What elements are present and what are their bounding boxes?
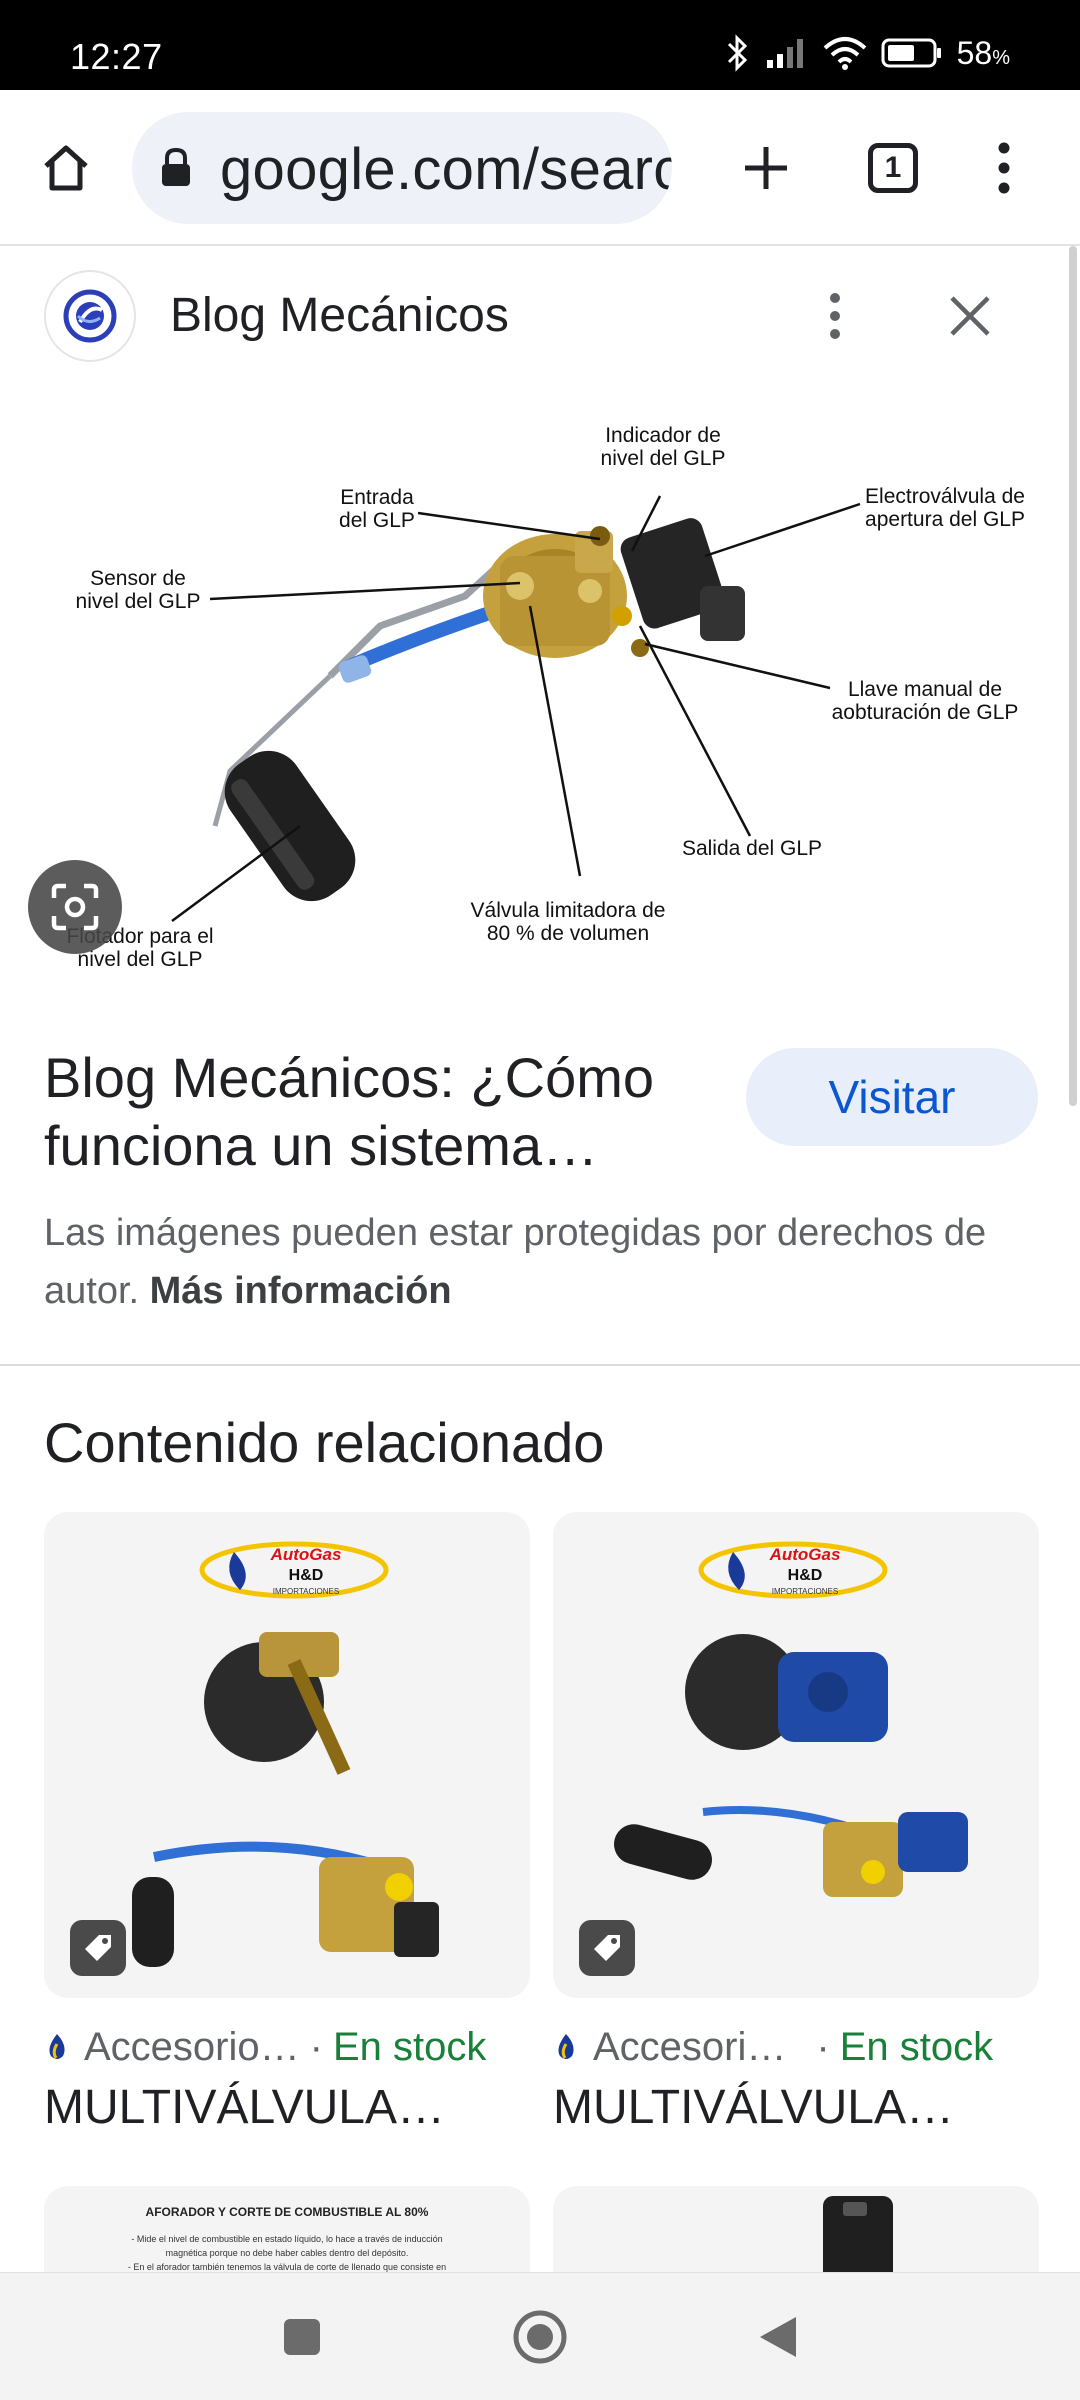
- battery-percent: 58%: [957, 35, 1010, 72]
- back-triangle-icon: [760, 2317, 796, 2357]
- bluetooth-icon: [725, 34, 751, 72]
- url-text: google.com/search: [220, 137, 672, 202]
- divider: [0, 1364, 1080, 1366]
- close-button[interactable]: [930, 276, 1010, 356]
- shopping-tag-badge: [70, 1920, 126, 1976]
- thumb-heading: AFORADOR Y CORTE DE COMBUSTIBLE AL 80%: [146, 2205, 429, 2219]
- home-button[interactable]: [28, 130, 104, 206]
- tag-icon: [594, 1935, 620, 1961]
- label-valvula-1: Válvula limitadora de: [471, 899, 666, 922]
- thumb-line-3: - En el aforador también tenemos la válv…: [128, 2262, 446, 2272]
- product-thumbnail: [823, 2196, 893, 2286]
- separator-dot: ·: [816, 2024, 830, 2069]
- related-card-partial[interactable]: [553, 2186, 1039, 2286]
- label-llave-2: aobturación de GLP: [832, 701, 1019, 724]
- label-llave-1: Llave manual de: [848, 678, 1002, 701]
- more-vert-icon: [998, 142, 1010, 194]
- label-electro-1: Electroválvula de: [865, 485, 1025, 508]
- thumb-line-1: - Mide el nivel de combustible en estado…: [131, 2234, 442, 2244]
- scrollbar[interactable]: [1069, 246, 1077, 1106]
- blog-logo-icon: [63, 289, 117, 343]
- label-sensor-1: Sensor de: [90, 567, 186, 590]
- close-icon: [950, 296, 990, 336]
- wifi-icon: [823, 36, 867, 70]
- browser-menu-button[interactable]: [964, 128, 1044, 208]
- document-thumbnail: AFORADOR Y CORTE DE COMBUSTIBLE AL 80% -…: [128, 2205, 446, 2272]
- more-vert-icon: [830, 293, 840, 339]
- label-salida: Salida del GLP: [682, 837, 822, 860]
- stock-status: En stock: [839, 2024, 994, 2069]
- status-bar: 12:27 58%: [0, 0, 1080, 90]
- logo-text-3: IMPORTACIONES: [273, 1587, 339, 1596]
- store-favicon: [49, 2034, 65, 2059]
- source-favicon: [44, 270, 136, 362]
- related-card-meta: Accesorio… · En stock: [44, 2022, 530, 2072]
- visit-button[interactable]: Visitar: [746, 1048, 1038, 1146]
- label-entrada-1: Entrada: [340, 486, 414, 509]
- separator-dot: ·: [309, 2024, 323, 2069]
- battery-icon: [881, 37, 943, 69]
- stock-status: En stock: [332, 2024, 487, 2069]
- shop-name: Accesori…: [593, 2024, 787, 2069]
- label-flotador-2: nivel del GLP: [78, 948, 203, 971]
- home-nav-button[interactable]: [500, 2297, 580, 2377]
- logo-text-2: H&D: [788, 1567, 823, 1584]
- related-card-meta: Accesori… · En stock: [553, 2022, 1039, 2072]
- result-title[interactable]: Blog Mecánicos: ¿Cómo funciona un sistem…: [44, 1044, 734, 1180]
- tag-icon: [85, 1935, 111, 1961]
- browser-toolbar: google.com/search 1: [0, 90, 1080, 246]
- home-icon: [44, 145, 88, 191]
- logo-text-2: H&D: [289, 1567, 324, 1584]
- source-header: Blog Mecánicos: [0, 246, 1060, 386]
- signal-icon: [765, 36, 809, 70]
- shop-name: Accesorio…: [84, 2024, 300, 2069]
- label-indicador-2: nivel del GLP: [601, 447, 726, 470]
- tab-count: 1: [868, 143, 918, 193]
- thumb-line-2: magnética porque no debe haber cables de…: [166, 2248, 409, 2258]
- shopping-tag-badge: [579, 1920, 635, 1976]
- multivalve-diagram: Indicador de nivel del GLP Entrada del G…: [66, 424, 1025, 971]
- store-favicon: [558, 2034, 574, 2059]
- square-icon: [284, 2319, 320, 2355]
- source-more-button[interactable]: [800, 276, 870, 356]
- lock-icon: [158, 146, 194, 195]
- logo-text-1: AutoGas: [270, 1545, 342, 1564]
- related-card-image[interactable]: AutoGas H&D IMPORTACIONES: [553, 1512, 1039, 1998]
- logo-text-3: IMPORTACIONES: [772, 1587, 838, 1596]
- label-valvula-2: 80 % de volumen: [487, 922, 649, 945]
- label-entrada-2: del GLP: [339, 509, 415, 532]
- related-card-title[interactable]: MULTIVÁLVULA…: [44, 2080, 530, 2135]
- related-card-partial[interactable]: AFORADOR Y CORTE DE COMBUSTIBLE AL 80% -…: [44, 2186, 530, 2286]
- label-indicador-1: Indicador de: [605, 424, 721, 447]
- related-card-image[interactable]: AutoGas H&D IMPORTACIONES: [44, 1512, 530, 1998]
- label-sensor-2: nivel del GLP: [76, 590, 201, 613]
- circle-home-icon: [513, 2310, 567, 2364]
- more-info-link[interactable]: Más información: [150, 1270, 452, 1312]
- recents-button[interactable]: [262, 2297, 342, 2377]
- address-bar[interactable]: google.com/search: [132, 112, 672, 224]
- related-card[interactable]: AutoGas H&D IMPORTACIONES Accesori… · En…: [553, 1512, 1039, 2135]
- related-card[interactable]: AutoGas H&D IMPORTACIONES Accesorio… · E…: [44, 1512, 530, 2135]
- lens-icon: [51, 883, 99, 931]
- new-tab-button[interactable]: [726, 128, 806, 208]
- status-time: 12:27: [70, 36, 163, 77]
- logo-text-1: AutoGas: [769, 1545, 841, 1564]
- battery-percent-unit: %: [992, 46, 1010, 69]
- lens-search-button[interactable]: [28, 860, 122, 954]
- battery-percent-value: 58: [956, 34, 993, 71]
- plus-icon: [745, 147, 787, 189]
- related-heading: Contenido relacionado: [44, 1411, 605, 1474]
- tab-switcher-button[interactable]: 1: [853, 128, 933, 208]
- back-button[interactable]: [738, 2297, 818, 2377]
- label-electro-2: apertura del GLP: [865, 508, 1025, 531]
- main-image[interactable]: Indicador de nivel del GLP Entrada del G…: [0, 386, 1060, 986]
- related-card-title[interactable]: MULTIVÁLVULA…: [553, 2080, 1039, 2135]
- system-nav-bar: [0, 2272, 1080, 2400]
- status-icons: 58%: [725, 34, 1010, 72]
- copyright-notice: Las imágenes pueden estar protegidas por…: [44, 1204, 994, 1320]
- source-name[interactable]: Blog Mecánicos: [170, 288, 509, 343]
